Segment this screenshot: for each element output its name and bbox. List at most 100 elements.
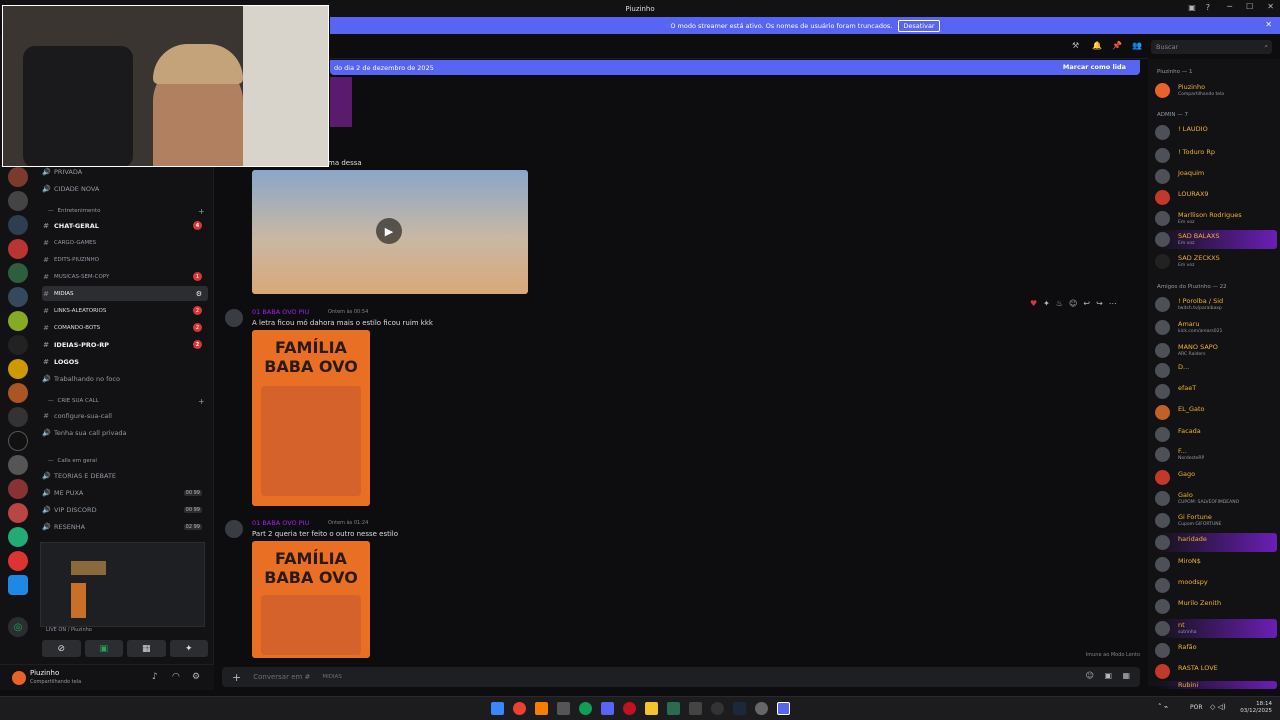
server-icon[interactable] [8,311,28,331]
server-icon[interactable] [8,551,28,571]
add-attachment-icon[interactable]: + [232,671,241,684]
category-crie-sua-call[interactable]: — CRIE SUA CALL + [48,397,205,406]
channel-configure-sua-call[interactable]: # configure-sua-call [42,408,208,423]
minimize-icon[interactable]: ─ [1227,2,1232,11]
screen-share-icon[interactable]: ▣ [84,640,123,657]
member-item[interactable]: Joaquim [1155,167,1277,186]
server-icon[interactable] [8,431,28,451]
member-item[interactable]: Facada [1155,425,1277,444]
windows-start-icon[interactable] [491,702,504,715]
image-attachment[interactable]: FAMÍLIA BABA OVO [252,541,370,658]
emoji-icon[interactable]: ☺ [1069,299,1077,308]
voice-channel-cidade-nova[interactable]: 🔊 CIDADE NOVA [42,181,208,196]
obs-icon[interactable] [711,702,724,715]
language-indicator[interactable]: POR [1190,704,1203,711]
server-icon[interactable] [8,215,28,235]
category-entretenimento[interactable]: — Entretenimento + [48,207,205,216]
play-icon[interactable]: ▶ [376,218,402,244]
video-attachment[interactable]: ▶ [252,170,528,294]
discord-icon[interactable] [601,702,614,715]
member-item[interactable]: ! LAUDIO [1155,123,1277,142]
member-item[interactable]: LOURAX9 [1155,188,1277,207]
new-messages-bar[interactable]: do dia 2 de dezembro de 2025 Marcar como… [330,60,1140,75]
voice-channel-teorias[interactable]: 🔊 TEORIAS E DEBATE [42,468,208,483]
server-icon[interactable] [8,359,28,379]
forward-icon[interactable]: ↪ [1096,299,1103,308]
camera-off-icon[interactable]: ⊘ [42,640,81,657]
voice-channel-resenha[interactable]: 🔊 RESENHA 02 99 [42,519,208,534]
headphones-icon[interactable]: ◠ [172,672,180,682]
server-icon[interactable] [8,239,28,259]
member-item[interactable]: Amaru kick.com/arears021 [1155,318,1277,337]
member-item[interactable]: MANO SAPO ARC Raiders [1155,341,1277,360]
fire-icon[interactable]: ♨ [1056,299,1063,308]
member-item[interactable]: Murilo Zenith [1155,597,1277,616]
server-icon[interactable] [8,407,28,427]
member-item[interactable]: nt sutrinha [1155,619,1277,638]
member-item[interactable]: Gi Fortune Cupom GIFORTUNE [1155,511,1277,530]
clock[interactable]: 18:14 03/12/2025 [1240,701,1272,715]
help-icon[interactable]: ? [1206,3,1210,12]
network-icon[interactable]: ◇ ◁) [1210,703,1226,711]
mic-icon[interactable]: ♪ [152,672,158,682]
voice-channel-vip-discord[interactable]: 🔊 VIP DISCORD 00 99 [42,502,208,517]
avatar[interactable] [225,520,243,538]
app-icon[interactable] [689,702,702,715]
server-icon[interactable] [8,575,28,595]
bell-icon[interactable]: 🔔 [1092,41,1102,50]
members-icon[interactable]: 👥 [1132,41,1142,50]
image-attachment[interactable]: FAMÍLIA BABA OVO [252,330,370,506]
channel-ideias-pro-rp[interactable]: # IDEIAS-PRO-RP 2 [42,337,208,352]
channel-edits-piuzinho[interactable]: # EDITS-PIUZINHO [42,252,208,267]
edge-icon[interactable] [579,702,592,715]
avatar[interactable] [12,671,26,685]
channel-logos[interactable]: # LOGOS [42,354,208,369]
voice-channel-trabalhando[interactable]: 🔊 Trabalhando no foco [42,371,208,386]
discord-active-icon[interactable] [777,702,790,715]
server-icon[interactable] [8,191,28,211]
heart-icon[interactable]: ♥ [1030,299,1037,308]
member-item[interactable]: F... NordesteRP [1155,445,1277,464]
member-item[interactable]: moodspy [1155,576,1277,595]
voice-channel-me-puxa[interactable]: 🔊 ME PUXA 00 99 [42,485,208,500]
voice-channel-tenha-sua-call[interactable]: 🔊 Tenha sua call privada [42,425,208,440]
close-banner-icon[interactable]: ✕ [1265,20,1272,29]
server-icon[interactable] [8,503,28,523]
mark-read-button[interactable]: Marcar como lida [1063,63,1126,71]
channel-chat-geral[interactable]: # CHAT-GERAL 4 [42,218,208,233]
member-item[interactable]: Marllison Rodrigues Em voz [1155,209,1277,228]
chrome-icon[interactable] [513,702,526,715]
server-icon[interactable] [8,479,28,499]
reaction-icon[interactable]: ✦ [1043,299,1050,308]
member-item[interactable]: SAD BALAXS Em voz [1155,230,1277,249]
member-item[interactable]: SAD ZECKXS Em voz [1155,252,1277,271]
tray-icons[interactable]: ˄ ⌁ [1158,703,1168,711]
more-icon[interactable]: ⋯ [1109,299,1117,308]
add-channel-icon[interactable]: + [198,207,205,216]
server-icon[interactable] [8,455,28,475]
channel-comando-bots[interactable]: # COMANDO-BOTS 2 [42,320,208,335]
member-item[interactable]: Piuzinho Compartilhando tela [1155,81,1277,100]
message-author[interactable]: 01 BABA OVO PIU [252,308,309,316]
channel-cargo-games[interactable]: # CARGO-GAMES [42,235,208,250]
threads-icon[interactable]: ⚒ [1072,41,1079,50]
apps-icon[interactable]: ▦ [1122,671,1130,680]
member-item[interactable]: D... [1155,361,1277,380]
member-item[interactable]: EL_Gato [1155,403,1277,422]
server-icon[interactable] [8,167,28,187]
discover-icon[interactable]: ◎ [8,617,28,637]
disable-streamer-button[interactable]: Desativar [898,19,940,32]
search-input[interactable]: Buscar ⌕ [1151,40,1272,54]
member-item[interactable]: haridade [1155,533,1277,552]
category-calls-em-geral[interactable]: — Calls em geral [48,458,97,464]
server-icon[interactable] [8,527,28,547]
folder-icon[interactable] [645,702,658,715]
member-item[interactable]: RASTA LOVE [1155,662,1277,681]
app-icon[interactable] [755,702,768,715]
message-author[interactable]: 01 BABA OVO PIU [252,519,309,527]
member-item[interactable]: Galo CUPOM: SALVEOFIMDEANO [1155,489,1277,508]
member-item[interactable]: MiroN$ [1155,555,1277,574]
steam-icon[interactable] [733,702,746,715]
close-window-icon[interactable]: ✕ [1267,2,1274,11]
server-icon[interactable] [8,335,28,355]
